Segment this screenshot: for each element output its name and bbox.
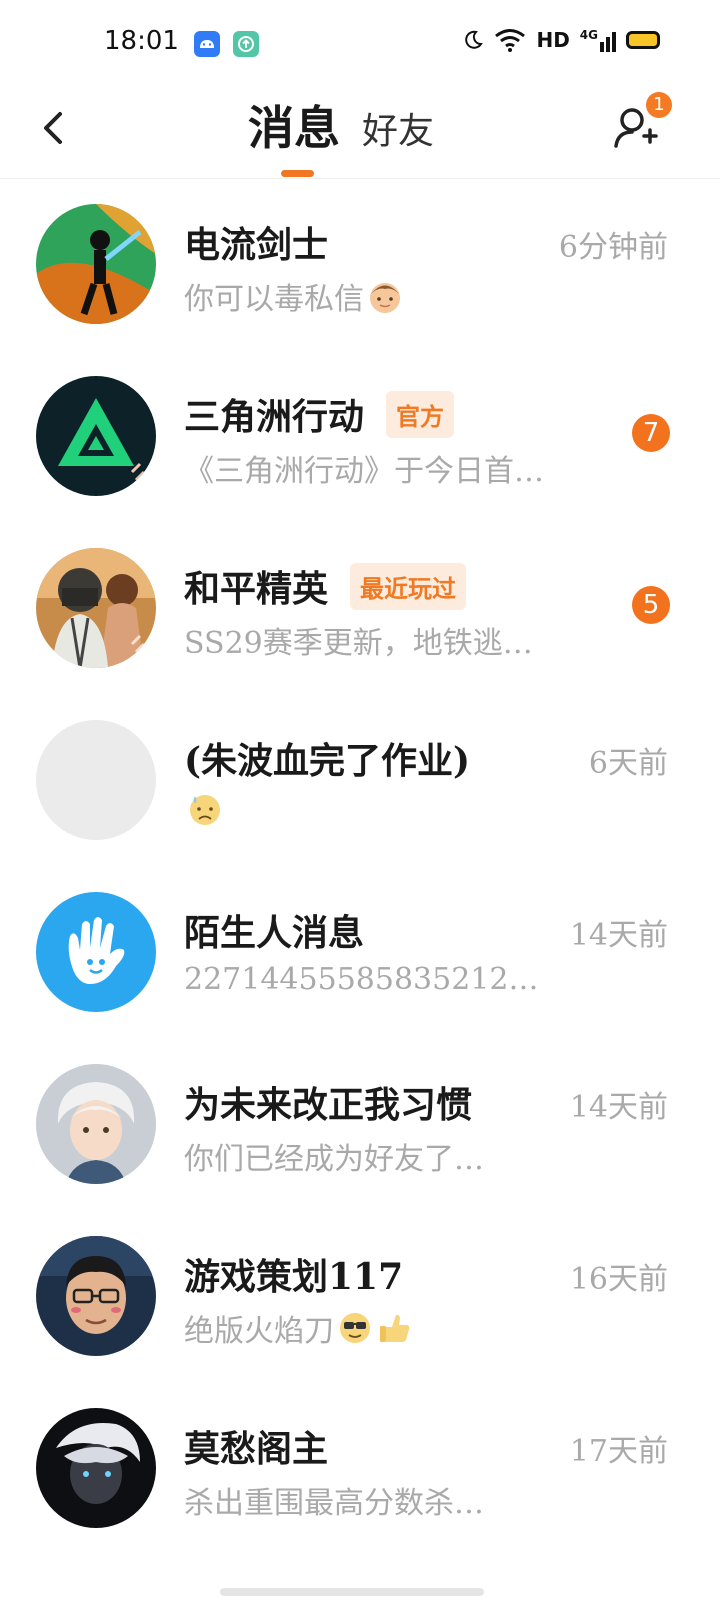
back-button[interactable]	[30, 104, 78, 152]
message-time: 14天前	[569, 1090, 668, 1125]
message-preview: 你可以毒私信	[184, 274, 404, 318]
preview-text: 你可以毒私信	[184, 282, 364, 317]
conversation-row[interactable]: 游戏策划117 16天前 绝版火焰刀	[0, 1210, 720, 1382]
android-app-icon	[194, 31, 220, 57]
conversation-row[interactable]: 电流剑士 6分钟前 你可以毒私信	[0, 178, 720, 350]
signal-icon: 4G	[580, 28, 616, 52]
name-line: (朱波血完了作业)	[184, 732, 470, 784]
avatar	[36, 720, 156, 840]
name-line: 莫愁阁主	[184, 1420, 328, 1472]
avatar	[36, 376, 156, 496]
name-line: 为未来改正我习惯	[184, 1076, 472, 1128]
chevron-left-icon	[44, 112, 62, 144]
network-label: 4G	[579, 28, 598, 42]
avatar	[36, 548, 156, 668]
preview-text: 22714455585835212…	[184, 962, 539, 997]
conversation-row[interactable]: 和平精英 最近玩过 SS29赛季更新，地铁逃… 5	[0, 522, 720, 694]
avatar	[36, 892, 156, 1012]
contact-name: 电流剑士	[184, 224, 329, 266]
message-preview: 你们已经成为好友了…	[184, 1134, 484, 1178]
avatar	[36, 1408, 156, 1528]
preview-text: 你们已经成为好友了…	[184, 1142, 484, 1177]
contact-name: 为未来改正我习惯	[184, 1084, 473, 1126]
sad-sweat-emoji-icon	[190, 795, 220, 825]
message-preview	[184, 790, 224, 828]
contact-name: 和平精英	[184, 568, 329, 610]
message-preview: 绝版火焰刀	[184, 1306, 414, 1350]
contact-name: 莫愁阁主	[184, 1428, 329, 1470]
name-line: 三角洲行动 官方	[184, 388, 455, 440]
conversation-row[interactable]: (朱波血完了作业) 6天前	[0, 694, 720, 866]
tab-messages[interactable]: 消息	[248, 92, 340, 158]
message-time: 17天前	[569, 1434, 668, 1469]
battery-icon	[626, 31, 660, 49]
wifi-icon	[495, 29, 526, 52]
contact-name: 游戏策划117	[184, 1256, 404, 1298]
avatar	[36, 204, 156, 324]
message-time: 14天前	[569, 918, 668, 953]
preview-text: 杀出重围最高分数杀…	[184, 1486, 484, 1521]
notification-badge: 1	[646, 92, 672, 118]
contact-name: (朱波血完了作业)	[184, 740, 471, 782]
name-line: 和平精英 最近玩过	[184, 560, 467, 612]
conversation-row[interactable]: 陌生人消息 14天前 22714455585835212…	[0, 866, 720, 1038]
tab-friends[interactable]: 好友	[362, 102, 434, 154]
avatar	[36, 1236, 156, 1356]
unread-count-badge: 7	[632, 414, 670, 452]
unread-count-badge: 5	[632, 586, 670, 624]
moon-icon	[465, 30, 484, 49]
message-time: 6天前	[588, 746, 668, 781]
preview-text: 绝版火焰刀	[184, 1314, 334, 1349]
message-preview: SS29赛季更新，地铁逃…	[184, 618, 533, 662]
avatar	[36, 1064, 156, 1184]
name-line: 游戏策划117	[184, 1248, 403, 1300]
name-line: 陌生人消息	[184, 904, 364, 956]
recently-played-tag: 最近玩过	[350, 562, 467, 610]
upload-app-icon	[233, 31, 259, 57]
thumbs-up-emoji-icon	[380, 1314, 410, 1342]
header: 消息 好友 1	[0, 90, 720, 179]
message-preview: 22714455585835212…	[184, 962, 538, 997]
contact-name: 三角洲行动	[184, 396, 365, 438]
message-time: 6分钟前	[558, 230, 668, 265]
contact-name: 陌生人消息	[184, 912, 365, 954]
message-preview: 《三角洲行动》于今日首…	[184, 446, 544, 490]
status-bar: 18:01 HD 4G	[0, 0, 720, 90]
name-line: 电流剑士	[184, 216, 328, 268]
status-icons: HD 4G	[462, 28, 660, 52]
preview-text: 《三角洲行动》于今日首…	[184, 454, 544, 489]
conversation-list: 电流剑士 6分钟前 你可以毒私信 三角洲行动 官方 《三角洲行动》于今日首… 7…	[0, 178, 720, 1554]
conversation-row[interactable]: 三角洲行动 官方 《三角洲行动》于今日首… 7	[0, 350, 720, 522]
active-tab-indicator	[281, 170, 314, 177]
conversation-row[interactable]: 为未来改正我习惯 14天前 你们已经成为好友了…	[0, 1038, 720, 1210]
message-time: 16天前	[569, 1262, 668, 1297]
sunglasses-emoji-icon	[340, 1313, 370, 1343]
message-preview: 杀出重围最高分数杀…	[184, 1478, 484, 1522]
conversation-row[interactable]: 莫愁阁主 17天前 杀出重围最高分数杀…	[0, 1382, 720, 1554]
official-tag: 官方	[386, 390, 455, 438]
home-indicator[interactable]	[220, 1588, 484, 1596]
hd-label: HD	[536, 28, 570, 52]
boy-face-emoji-icon	[370, 283, 400, 313]
status-time: 18:01	[104, 26, 179, 56]
preview-text: SS29赛季更新，地铁逃…	[184, 626, 533, 661]
